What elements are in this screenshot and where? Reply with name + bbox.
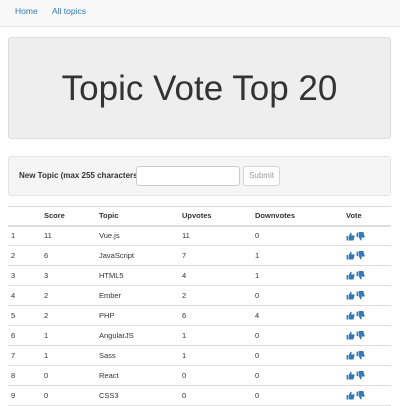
topic-header: Topic [96, 206, 179, 227]
rank-cell: 3 [8, 265, 41, 286]
thumbs-up-icon[interactable] [346, 251, 355, 260]
table-row: 7 1 Sass 1 0 [8, 345, 391, 366]
votes-table-body: 1 11 Vue.js 11 0 2 6 JavaScript 7 1 3 3 HTML5 4 1 4 2 Emb… [8, 225, 391, 406]
thumbs-up-icon[interactable] [346, 291, 355, 300]
submit-button[interactable]: Submit [243, 166, 280, 186]
thumbs-down-icon[interactable] [356, 371, 365, 380]
vote-cell [343, 245, 391, 266]
downvotes-cell: 0 [252, 365, 343, 386]
upvotes-cell: 0 [179, 365, 252, 386]
rank-cell: 7 [8, 345, 41, 366]
vote-cell [343, 365, 391, 386]
nav-all-topics-link[interactable]: All topics [52, 6, 86, 17]
upvotes-cell: 1 [179, 345, 252, 366]
thumbs-up-icon[interactable] [346, 232, 355, 241]
thumbs-down-icon[interactable] [356, 311, 365, 320]
upvotes-cell: 1 [179, 325, 252, 346]
topic-cell: React [96, 365, 179, 386]
rank-cell: 1 [8, 225, 41, 246]
upvotes-cell: 11 [179, 225, 252, 246]
table-header-row: Score Topic Upvotes Downvotes Vote [8, 206, 391, 227]
table-row: 9 0 CSS3 0 0 [8, 385, 391, 406]
table-row: 5 2 PHP 6 4 [8, 305, 391, 326]
upvotes-cell: 7 [179, 245, 252, 266]
downvotes-cell: 0 [252, 225, 343, 246]
new-topic-input[interactable] [136, 166, 240, 186]
topic-cell: CSS3 [96, 385, 179, 406]
topic-cell: Ember [96, 285, 179, 306]
upvotes-cell: 4 [179, 265, 252, 286]
downvotes-header: Downvotes [252, 206, 343, 227]
downvotes-cell: 0 [252, 385, 343, 406]
thumbs-down-icon[interactable] [356, 331, 365, 340]
thumbs-up-icon[interactable] [346, 371, 355, 380]
score-cell: 2 [41, 285, 96, 306]
topic-cell: Sass [96, 345, 179, 366]
score-cell: 3 [41, 265, 96, 286]
rank-cell: 2 [8, 245, 41, 266]
topic-cell: Vue.js [96, 225, 179, 246]
score-cell: 1 [41, 325, 96, 346]
topic-cell: HTML5 [96, 265, 179, 286]
topic-cell: JavaScript [96, 245, 179, 266]
thumbs-up-icon[interactable] [346, 271, 355, 280]
thumbs-down-icon[interactable] [356, 231, 365, 241]
upvotes-cell: 0 [179, 385, 252, 406]
thumbs-down-icon[interactable] [356, 291, 365, 300]
top-navbar: Home All topics [0, 0, 400, 27]
nav-home-link[interactable]: Home [15, 6, 38, 17]
upvotes-cell: 6 [179, 305, 252, 326]
thumbs-up-icon[interactable] [346, 311, 355, 320]
score-cell: 11 [41, 225, 96, 246]
rank-cell: 5 [8, 305, 41, 326]
score-cell: 2 [41, 305, 96, 326]
score-cell: 0 [41, 385, 96, 406]
topic-cell: PHP [96, 305, 179, 326]
page-title: Topic Vote Top 20 [61, 69, 338, 108]
vote-cell [343, 265, 391, 286]
thumbs-down-icon[interactable] [356, 251, 365, 260]
rank-cell: 4 [8, 285, 41, 306]
downvotes-cell: 0 [252, 325, 343, 346]
rank-cell: 6 [8, 325, 41, 346]
downvotes-cell: 1 [252, 265, 343, 286]
thumbs-down-icon[interactable] [356, 351, 365, 360]
table-row: 2 6 JavaScript 7 1 [8, 245, 391, 266]
table-row: 6 1 AngularJS 1 0 [8, 325, 391, 346]
vote-cell [343, 385, 391, 406]
vote-cell [343, 305, 391, 326]
vote-cell [343, 345, 391, 366]
table-row: 1 11 Vue.js 11 0 [8, 225, 391, 246]
upvotes-cell: 2 [179, 285, 252, 306]
thumbs-up-icon[interactable] [346, 331, 355, 340]
jumbotron: Topic Vote Top 20 [8, 37, 391, 139]
table-row: 4 2 Ember 2 0 [8, 285, 391, 306]
thumbs-down-icon[interactable] [356, 391, 365, 400]
table-row: 3 3 HTML5 4 1 [8, 265, 391, 286]
upvotes-header: Upvotes [179, 206, 252, 227]
downvotes-cell: 0 [252, 285, 343, 306]
rank-header [8, 206, 41, 227]
score-cell: 0 [41, 365, 96, 386]
downvotes-cell: 0 [252, 345, 343, 366]
rank-cell: 9 [8, 385, 41, 406]
downvotes-cell: 4 [252, 305, 343, 326]
score-header: Score [41, 206, 96, 227]
vote-header: Vote [343, 206, 391, 227]
downvotes-cell: 1 [252, 245, 343, 266]
thumbs-up-icon[interactable] [346, 351, 355, 360]
thumbs-up-icon[interactable] [346, 391, 355, 400]
topic-cell: AngularJS [96, 325, 179, 346]
rank-cell: 8 [8, 365, 41, 386]
score-cell: 1 [41, 345, 96, 366]
vote-cell [343, 285, 391, 306]
vote-cell [343, 325, 391, 346]
votes-table: Score Topic Upvotes Downvotes Vote 1 11 Vu… [8, 206, 391, 406]
table-row: 8 0 React 0 0 [8, 365, 391, 386]
score-cell: 6 [41, 245, 96, 266]
vote-cell [343, 225, 391, 246]
new-topic-label: New Topic (max 255 characters): [19, 171, 143, 180]
new-topic-form: New Topic (max 255 characters): Submit [8, 156, 391, 196]
thumbs-down-icon[interactable] [356, 271, 365, 280]
